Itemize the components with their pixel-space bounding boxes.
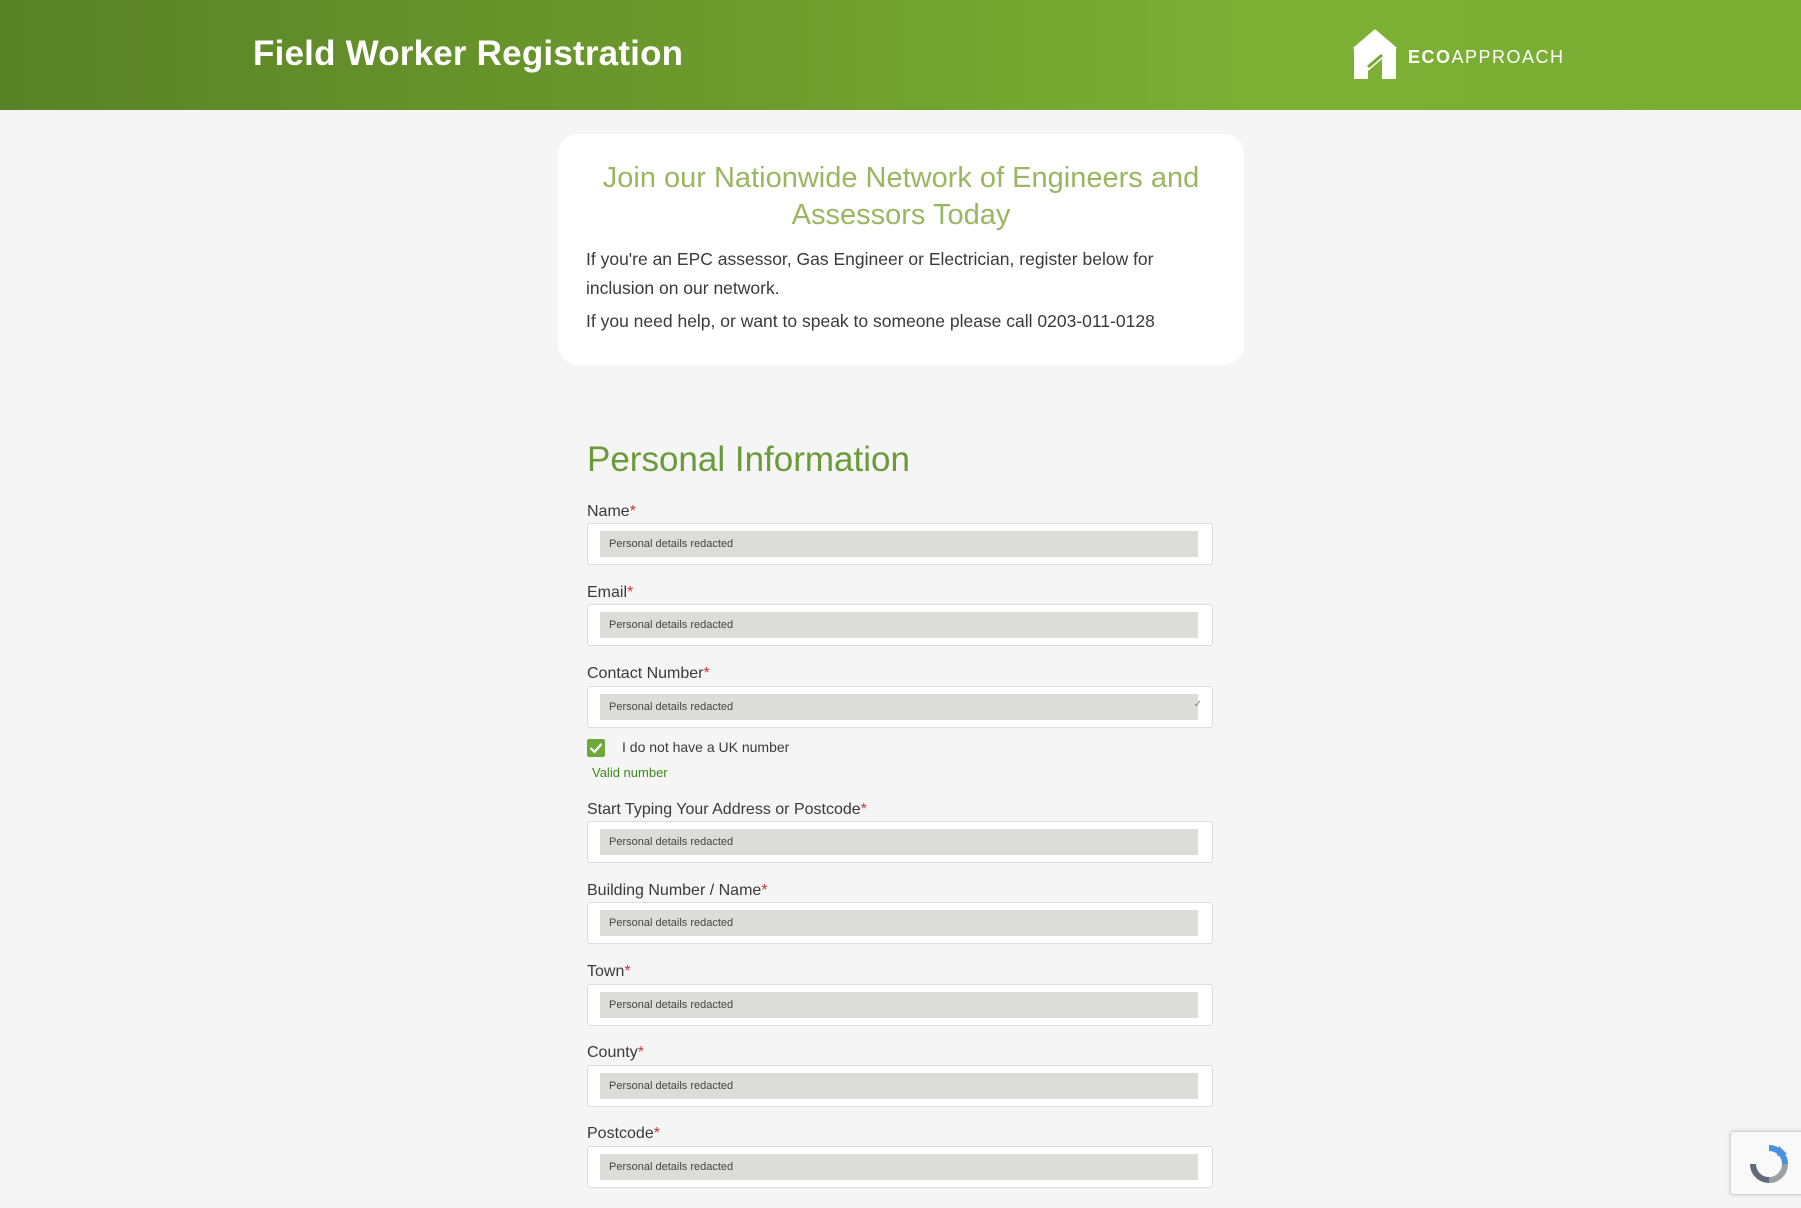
postcode-field: [587, 1146, 1213, 1188]
logo-text: ECOAPPROACH: [1408, 47, 1565, 68]
section-title-personal-information: Personal Information: [587, 440, 910, 479]
contact-number-label: Contact Number*: [587, 665, 710, 683]
required-marker: *: [653, 1125, 660, 1142]
building-label-text: Building Number / Name: [587, 882, 762, 899]
building-label: Building Number / Name*: [587, 882, 768, 900]
required-marker: *: [637, 1044, 644, 1061]
email-label-text: Email: [587, 584, 628, 601]
address-label: Start Typing Your Address or Postcode*: [587, 801, 867, 819]
postcode-label-text: Postcode: [587, 1125, 654, 1142]
intro-paragraph: If you're an EPC assessor, Gas Engineer …: [586, 249, 1154, 298]
required-marker: *: [624, 963, 631, 980]
name-input[interactable]: [600, 531, 1198, 557]
email-label: Email*: [587, 584, 633, 602]
logo-text-bold: ECO: [1408, 46, 1452, 67]
page-title: Field Worker Registration: [253, 34, 684, 73]
county-label-text: County: [587, 1044, 638, 1061]
required-marker: *: [629, 503, 636, 520]
required-marker: *: [761, 882, 768, 899]
required-marker: *: [860, 801, 867, 818]
postcode-input[interactable]: [600, 1154, 1198, 1180]
intro-card: Join our Nationwide Network of Engineers…: [558, 134, 1244, 365]
town-label-text: Town: [587, 963, 625, 980]
name-label: Name*: [587, 503, 636, 521]
county-input[interactable]: [600, 1073, 1198, 1099]
ecoapproach-logo[interactable]: ECOAPPROACH: [1352, 28, 1565, 82]
address-field: [587, 821, 1213, 863]
recaptcha-icon: [1750, 1145, 1788, 1183]
no-uk-number-checkbox[interactable]: [587, 739, 605, 757]
building-input[interactable]: [600, 910, 1198, 936]
town-field: [587, 984, 1213, 1026]
valid-check-icon: ✓: [1193, 699, 1202, 710]
county-field: [587, 1065, 1213, 1107]
email-field: [587, 604, 1213, 646]
address-input[interactable]: [600, 829, 1198, 855]
house-icon: [1352, 29, 1398, 81]
required-marker: *: [627, 584, 634, 601]
no-uk-number-label[interactable]: I do not have a UK number: [622, 739, 789, 755]
email-input[interactable]: [600, 612, 1198, 638]
name-label-text: Name: [587, 503, 630, 520]
recaptcha-badge[interactable]: [1730, 1131, 1801, 1195]
valid-number-message: Valid number: [592, 765, 668, 780]
contact-number-input[interactable]: [600, 694, 1198, 720]
building-field: [587, 902, 1213, 944]
county-label: County*: [587, 1044, 644, 1062]
contact-number-field: ✓: [587, 686, 1213, 728]
name-field: [587, 523, 1213, 565]
required-marker: *: [703, 665, 710, 682]
contact-number-label-text: Contact Number: [587, 665, 704, 682]
town-input[interactable]: [600, 992, 1198, 1018]
address-label-text: Start Typing Your Address or Postcode: [587, 801, 861, 818]
logo-text-light: APPROACH: [1451, 46, 1565, 67]
checkmark-icon: [589, 743, 603, 754]
postcode-label: Postcode*: [587, 1125, 660, 1143]
site-header: Field Worker Registration ECOAPPROACH: [0, 0, 1801, 110]
intro-heading: Join our Nationwide Network of Engineers…: [602, 162, 1200, 231]
town-label: Town*: [587, 963, 631, 981]
help-paragraph: If you need help, or want to speak to so…: [586, 311, 1155, 331]
